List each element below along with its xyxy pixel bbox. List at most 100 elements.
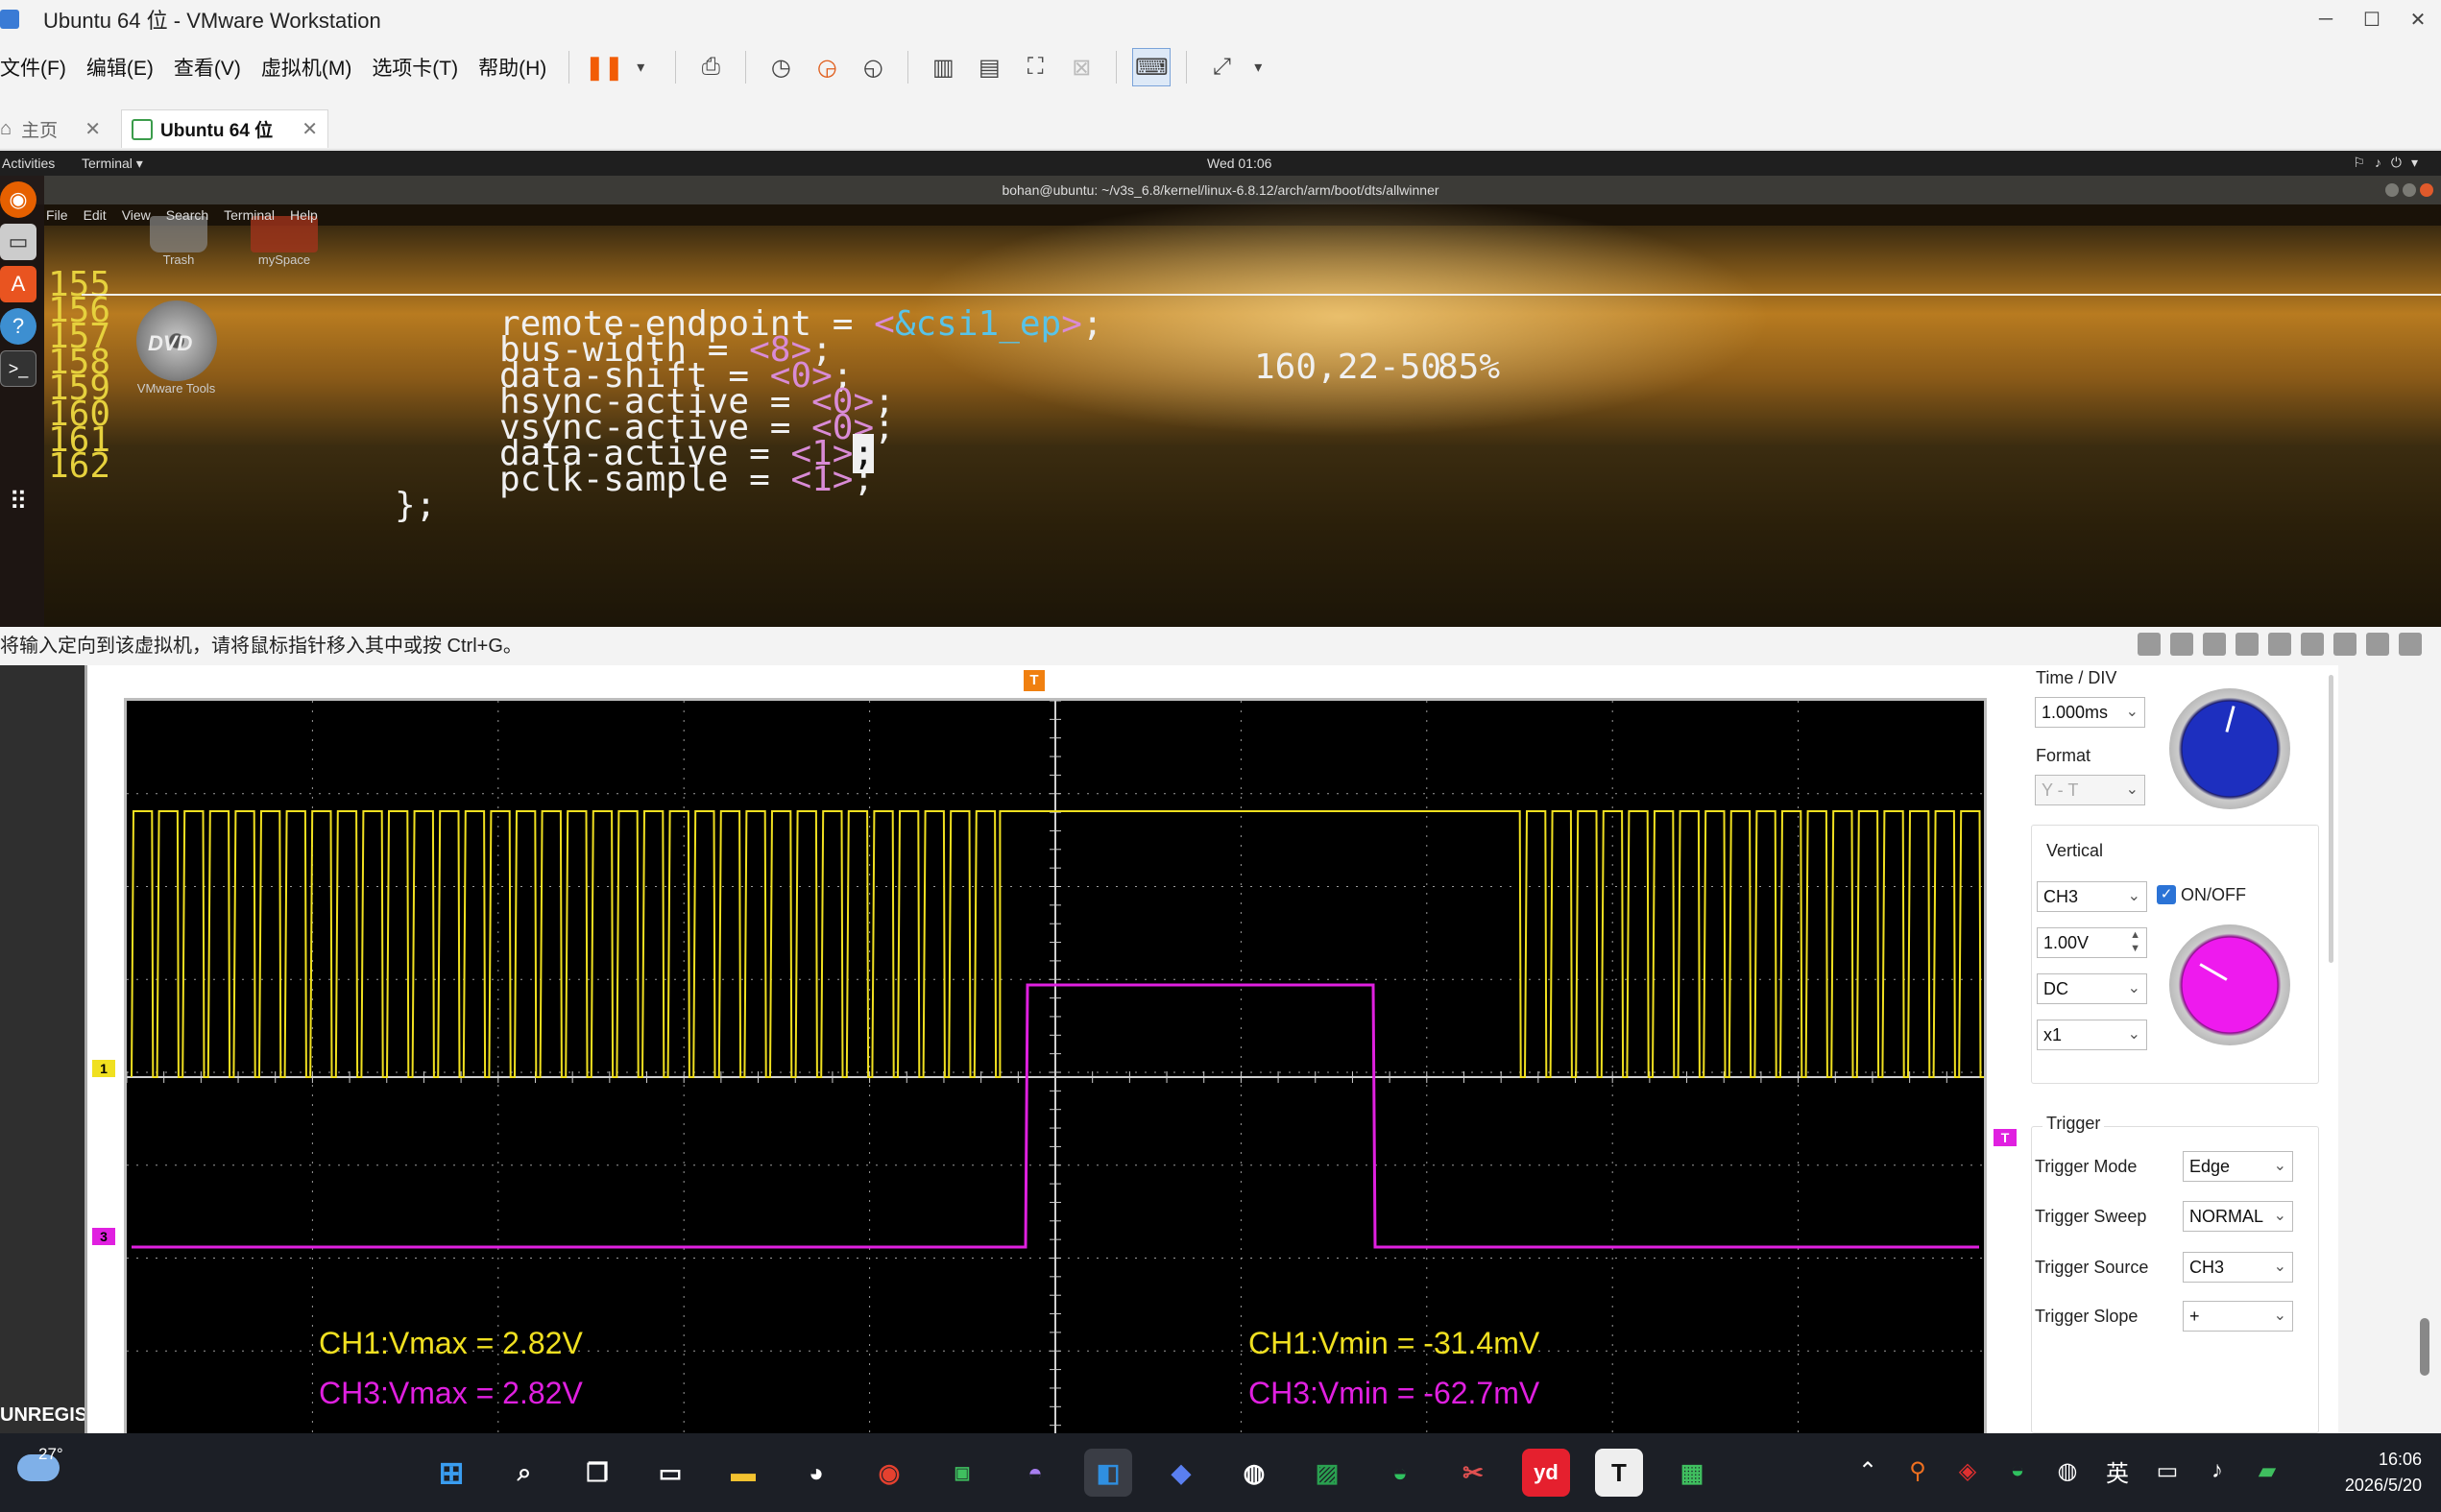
clock[interactable]: Wed 01:06 <box>1207 156 1271 171</box>
tray-steam-icon[interactable]: ◍ <box>2053 1456 2082 1485</box>
youdao-icon[interactable]: yd <box>1522 1449 1570 1497</box>
input-language-icon[interactable]: 英 <box>2103 1456 2132 1487</box>
terminal-menu-help[interactable]: Help <box>290 207 318 223</box>
scope-screen[interactable]: CH1:Vmax = 2.82V CH3:Vmax = 2.82V CH1:Vmin… <box>124 698 1987 1447</box>
fullscreen-icon[interactable]: ⛶ <box>1016 48 1054 86</box>
tray-app-icon[interactable]: ◈ <box>1953 1456 1982 1485</box>
menu-tabs[interactable]: 选项卡(T) <box>372 53 469 82</box>
terminal-app-icon[interactable]: ▭ <box>646 1449 694 1497</box>
panel-scrollbar[interactable] <box>2329 675 2333 963</box>
revert-snapshot-icon[interactable]: ◶ <box>808 48 846 86</box>
snapshot-manager-icon[interactable]: ◵ <box>854 48 892 86</box>
maximize-button[interactable]: ☐ <box>2349 0 2395 38</box>
thumbnail-icon[interactable]: ▤ <box>970 48 1008 86</box>
time-div-knob[interactable] <box>2169 688 2290 809</box>
cat-app-icon[interactable]: ◓ <box>1011 1449 1059 1497</box>
console-view-icon[interactable]: ⌨ <box>1132 48 1172 86</box>
unity-icon[interactable]: ⊠ <box>1062 48 1100 86</box>
activities-button[interactable]: Activities <box>2 156 55 171</box>
vmware-taskbar-icon[interactable]: ◧ <box>1084 1449 1132 1497</box>
menu-vm[interactable]: 虚拟机(M) <box>261 53 362 82</box>
trigger-mode-select[interactable]: Edge ⌄ <box>2183 1151 2293 1182</box>
taskbar-clock[interactable]: 16:06 2026/5/20 <box>2316 1447 2422 1499</box>
sound-icon[interactable] <box>2236 633 2259 656</box>
trigger-level-marker[interactable]: T <box>1994 1129 2017 1146</box>
terminal-menu-view[interactable]: View <box>122 207 151 223</box>
ch3-vmin-readout: CH3:Vmin = -62.7mV <box>1248 1376 1540 1410</box>
close-icon[interactable]: ✕ <box>85 117 101 141</box>
snapshot-icon[interactable]: ◷ <box>761 48 800 86</box>
feishu-icon[interactable]: ◆ <box>1157 1449 1205 1497</box>
menu-file[interactable]: 文件(F) <box>0 53 77 82</box>
qq-icon[interactable]: ◕ <box>792 1449 840 1497</box>
fast-app-icon[interactable]: ▣ <box>938 1449 986 1497</box>
close-button[interactable]: ✕ <box>2395 0 2441 38</box>
stretch-guest-icon[interactable]: ⤢ <box>1202 48 1241 86</box>
probe-select[interactable]: x1 ⌄ <box>2037 1020 2147 1050</box>
tab-ubuntu[interactable]: Ubuntu 64 位 ✕ <box>121 109 328 148</box>
firefox-icon[interactable]: ◉ <box>0 181 36 218</box>
trigger-sweep-select[interactable]: NORMAL ⌄ <box>2183 1201 2293 1232</box>
printer-icon[interactable] <box>2333 633 2356 656</box>
wechat-icon[interactable]: ◒ <box>1376 1449 1424 1497</box>
sidebar-toggle-icon[interactable]: ▥ <box>924 48 962 86</box>
chevron-down-icon[interactable]: ▾ <box>621 48 660 86</box>
usb-icon[interactable] <box>2301 633 2324 656</box>
app-menu[interactable]: Terminal ▾ <box>82 156 143 172</box>
volts-div-stepper[interactable]: 1.00V ▲ ▼ <box>2037 927 2147 958</box>
system-tray-icons[interactable]: ⚐♪⏻▾ <box>2353 155 2428 171</box>
menu-help[interactable]: 帮助(H) <box>478 53 557 82</box>
pause-icon[interactable]: ❚❚ <box>585 48 623 86</box>
message-icon[interactable] <box>2399 633 2422 656</box>
camera-icon[interactable] <box>2268 633 2291 656</box>
close-icon[interactable]: ✕ <box>302 117 318 141</box>
weather-widget[interactable]: 27° <box>17 1445 63 1481</box>
scope-control-panel: Time / DIV 1.000ms ⌄ Format Y - T ⌄ Vertic… <box>2021 665 2338 1433</box>
close-icon[interactable] <box>2420 183 2433 197</box>
terminal-menu-search[interactable]: Search <box>166 207 208 223</box>
display-icon[interactable] <box>2366 633 2389 656</box>
volume-icon[interactable]: ♪ <box>2203 1456 2232 1485</box>
monitor-icon[interactable]: ▦ <box>1668 1449 1716 1497</box>
ch3-level-marker[interactable]: 3 <box>92 1228 115 1245</box>
vertical-scrollbar[interactable] <box>2420 1318 2429 1376</box>
menu-edit[interactable]: 编辑(E) <box>86 53 164 82</box>
typora-icon[interactable]: T <box>1595 1449 1643 1497</box>
hdd-icon[interactable] <box>2138 633 2161 656</box>
trigger-slope-select[interactable]: + ⌄ <box>2183 1301 2293 1332</box>
sourceinsight-icon[interactable]: ▨ <box>1303 1449 1351 1497</box>
minimize-button[interactable]: ─ <box>2303 0 2349 38</box>
search-icon[interactable]: ⌕ <box>500 1449 548 1497</box>
chevron-up-icon[interactable]: ⌃ <box>1853 1456 1882 1485</box>
ch1-level-marker[interactable]: 1 <box>92 1060 115 1077</box>
trigger-source-select[interactable]: CH3 ⌄ <box>2183 1252 2293 1283</box>
terminal-menu-file[interactable]: File <box>46 207 68 223</box>
terminal-menu-edit[interactable]: Edit <box>84 207 107 223</box>
chevron-down-icon[interactable]: ▾ <box>1239 48 1277 86</box>
trigger-position-marker[interactable]: T <box>1024 670 1045 691</box>
guest-display[interactable]: Activities Terminal ▾ Wed 01:06 ⚐♪⏻▾ boh… <box>0 151 2441 627</box>
terminal-menu-terminal[interactable]: Terminal <box>224 207 275 223</box>
send-ctrl-alt-del-icon[interactable]: ⎙ <box>691 48 730 86</box>
network-icon[interactable]: ▭ <box>2153 1456 2182 1485</box>
battery-icon[interactable]: ▰ <box>2253 1456 2282 1485</box>
time-div-select[interactable]: 1.000ms ⌄ <box>2035 697 2145 728</box>
volts-div-knob[interactable] <box>2169 924 2290 1045</box>
tray-search-icon[interactable]: ⚲ <box>1903 1456 1932 1485</box>
tray-wechat-icon[interactable]: ◒ <box>2003 1456 2032 1485</box>
task-view-icon[interactable]: ❐ <box>573 1449 621 1497</box>
network-icon[interactable] <box>2203 633 2226 656</box>
coupling-select[interactable]: DC ⌄ <box>2037 973 2147 1004</box>
cdrom-icon[interactable] <box>2170 633 2193 656</box>
menu-view[interactable]: 查看(V) <box>174 53 252 82</box>
steam-icon[interactable]: ◍ <box>1230 1449 1278 1497</box>
chrome-icon[interactable]: ◉ <box>865 1449 913 1497</box>
channel-select[interactable]: CH3 ⌄ <box>2037 881 2147 912</box>
windows-start-icon[interactable]: ⊞ <box>427 1449 475 1497</box>
snip-tool-icon[interactable]: ✂ <box>1449 1449 1497 1497</box>
file-explorer-icon[interactable]: ▬ <box>719 1449 767 1497</box>
maximize-icon[interactable] <box>2403 183 2416 197</box>
tab-home[interactable]: ⌂ 主页 ✕ <box>0 109 110 148</box>
channel-onoff-checkbox[interactable]: ✓ <box>2157 885 2176 904</box>
minimize-icon[interactable] <box>2385 183 2399 197</box>
